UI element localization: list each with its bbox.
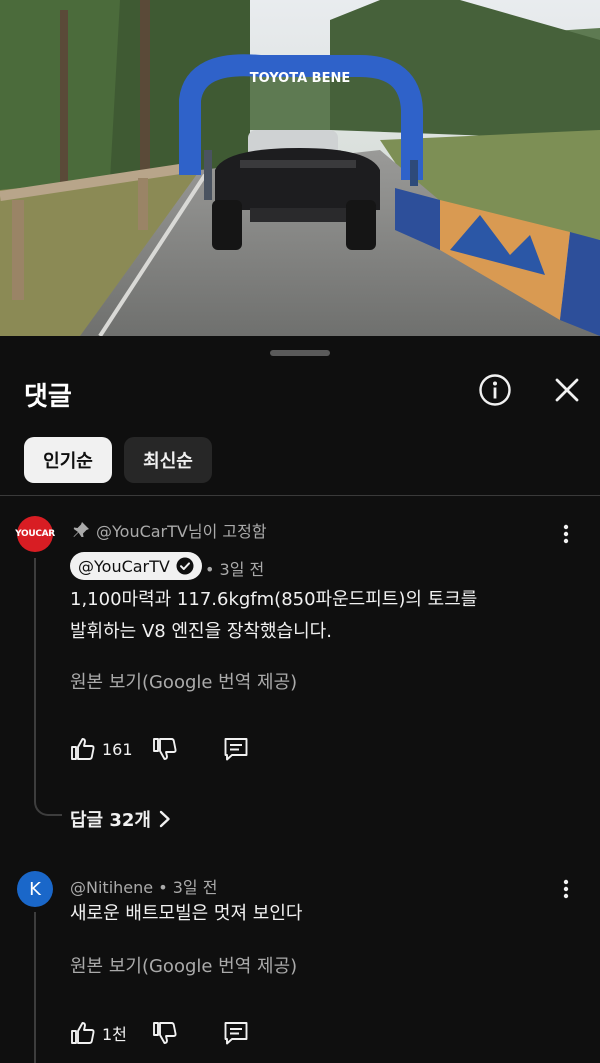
thumbs-down-icon [153, 738, 177, 760]
chevron-right-icon [159, 810, 170, 828]
replies-label: 답글 32개 [70, 810, 151, 831]
thread-line [34, 912, 36, 1063]
info-icon [479, 374, 511, 406]
dislike-button[interactable] [152, 736, 178, 762]
comment-meta: @Nitihene • 3일 전 [70, 878, 218, 897]
divider [0, 495, 600, 496]
comment-time: 3일 전 [172, 878, 218, 897]
see-original-link[interactable]: 원본 보기(Google 번역 제공) [70, 668, 297, 694]
info-button[interactable] [478, 373, 512, 407]
like-count: 161 [102, 739, 133, 759]
close-button[interactable] [550, 373, 584, 407]
comment-text-line: 1,100마력과 117.6kgfm(850파운드피트)의 토크를 [70, 589, 478, 610]
comment-text-line: 발휘하는 V8 엔진을 장착했습니다. [70, 621, 332, 642]
thumbs-down-icon [153, 1022, 177, 1044]
sort-chip-top[interactable]: 인기순 [24, 437, 112, 483]
like-button[interactable]: 161 [70, 736, 133, 762]
thumbs-up-icon [71, 1022, 95, 1044]
comment-text-line: 새로운 배트모빌은 멋져 보인다 [70, 903, 303, 924]
author-name[interactable]: @Nitihene [70, 878, 153, 897]
reply-button[interactable] [223, 1020, 249, 1046]
pinned-text: @YouCarTV님이 고정함 [96, 522, 267, 541]
dislike-button[interactable] [152, 1020, 178, 1046]
thread-connector [34, 784, 62, 816]
comments-title: 댓글 [24, 382, 72, 412]
reply-comment-icon [224, 738, 248, 761]
view-replies-button[interactable]: 답글 32개 [70, 806, 171, 832]
like-button[interactable]: 1천 [70, 1020, 127, 1046]
thread-line [34, 558, 36, 786]
see-original-link[interactable]: 원본 보기(Google 번역 제공) [70, 952, 297, 978]
more-vertical-icon[interactable] [556, 522, 576, 546]
pinned-label: @YouCarTV님이 고정함 [72, 518, 267, 542]
svg-text:TOYOTA BENE: TOYOTA BENE [250, 71, 350, 86]
avatar[interactable]: K [17, 871, 53, 907]
comment-meta: • 3일 전 [205, 560, 265, 579]
pin-icon [73, 522, 89, 537]
drag-handle[interactable] [270, 350, 330, 356]
comments-sheet: 댓글 인기순 최신순 YOUCAR @YouCarTV님이 고정함 @YouCa… [0, 336, 600, 1063]
like-count: 1천 [102, 1025, 127, 1044]
avatar[interactable]: YOUCAR [15, 516, 55, 552]
reply-comment-icon [224, 1022, 248, 1045]
author-chip[interactable]: @YouCarTV [70, 552, 202, 580]
more-vertical-icon[interactable] [556, 877, 576, 901]
close-icon [555, 378, 579, 402]
video-player[interactable]: TOYOTA BENE [0, 0, 600, 336]
sort-chip-newest[interactable]: 최신순 [124, 437, 212, 483]
verified-check-icon [176, 557, 194, 575]
comment-time: 3일 전 [219, 560, 265, 579]
thumbs-up-icon [71, 738, 95, 760]
author-name: @YouCarTV [78, 556, 170, 576]
reply-button[interactable] [223, 736, 249, 762]
